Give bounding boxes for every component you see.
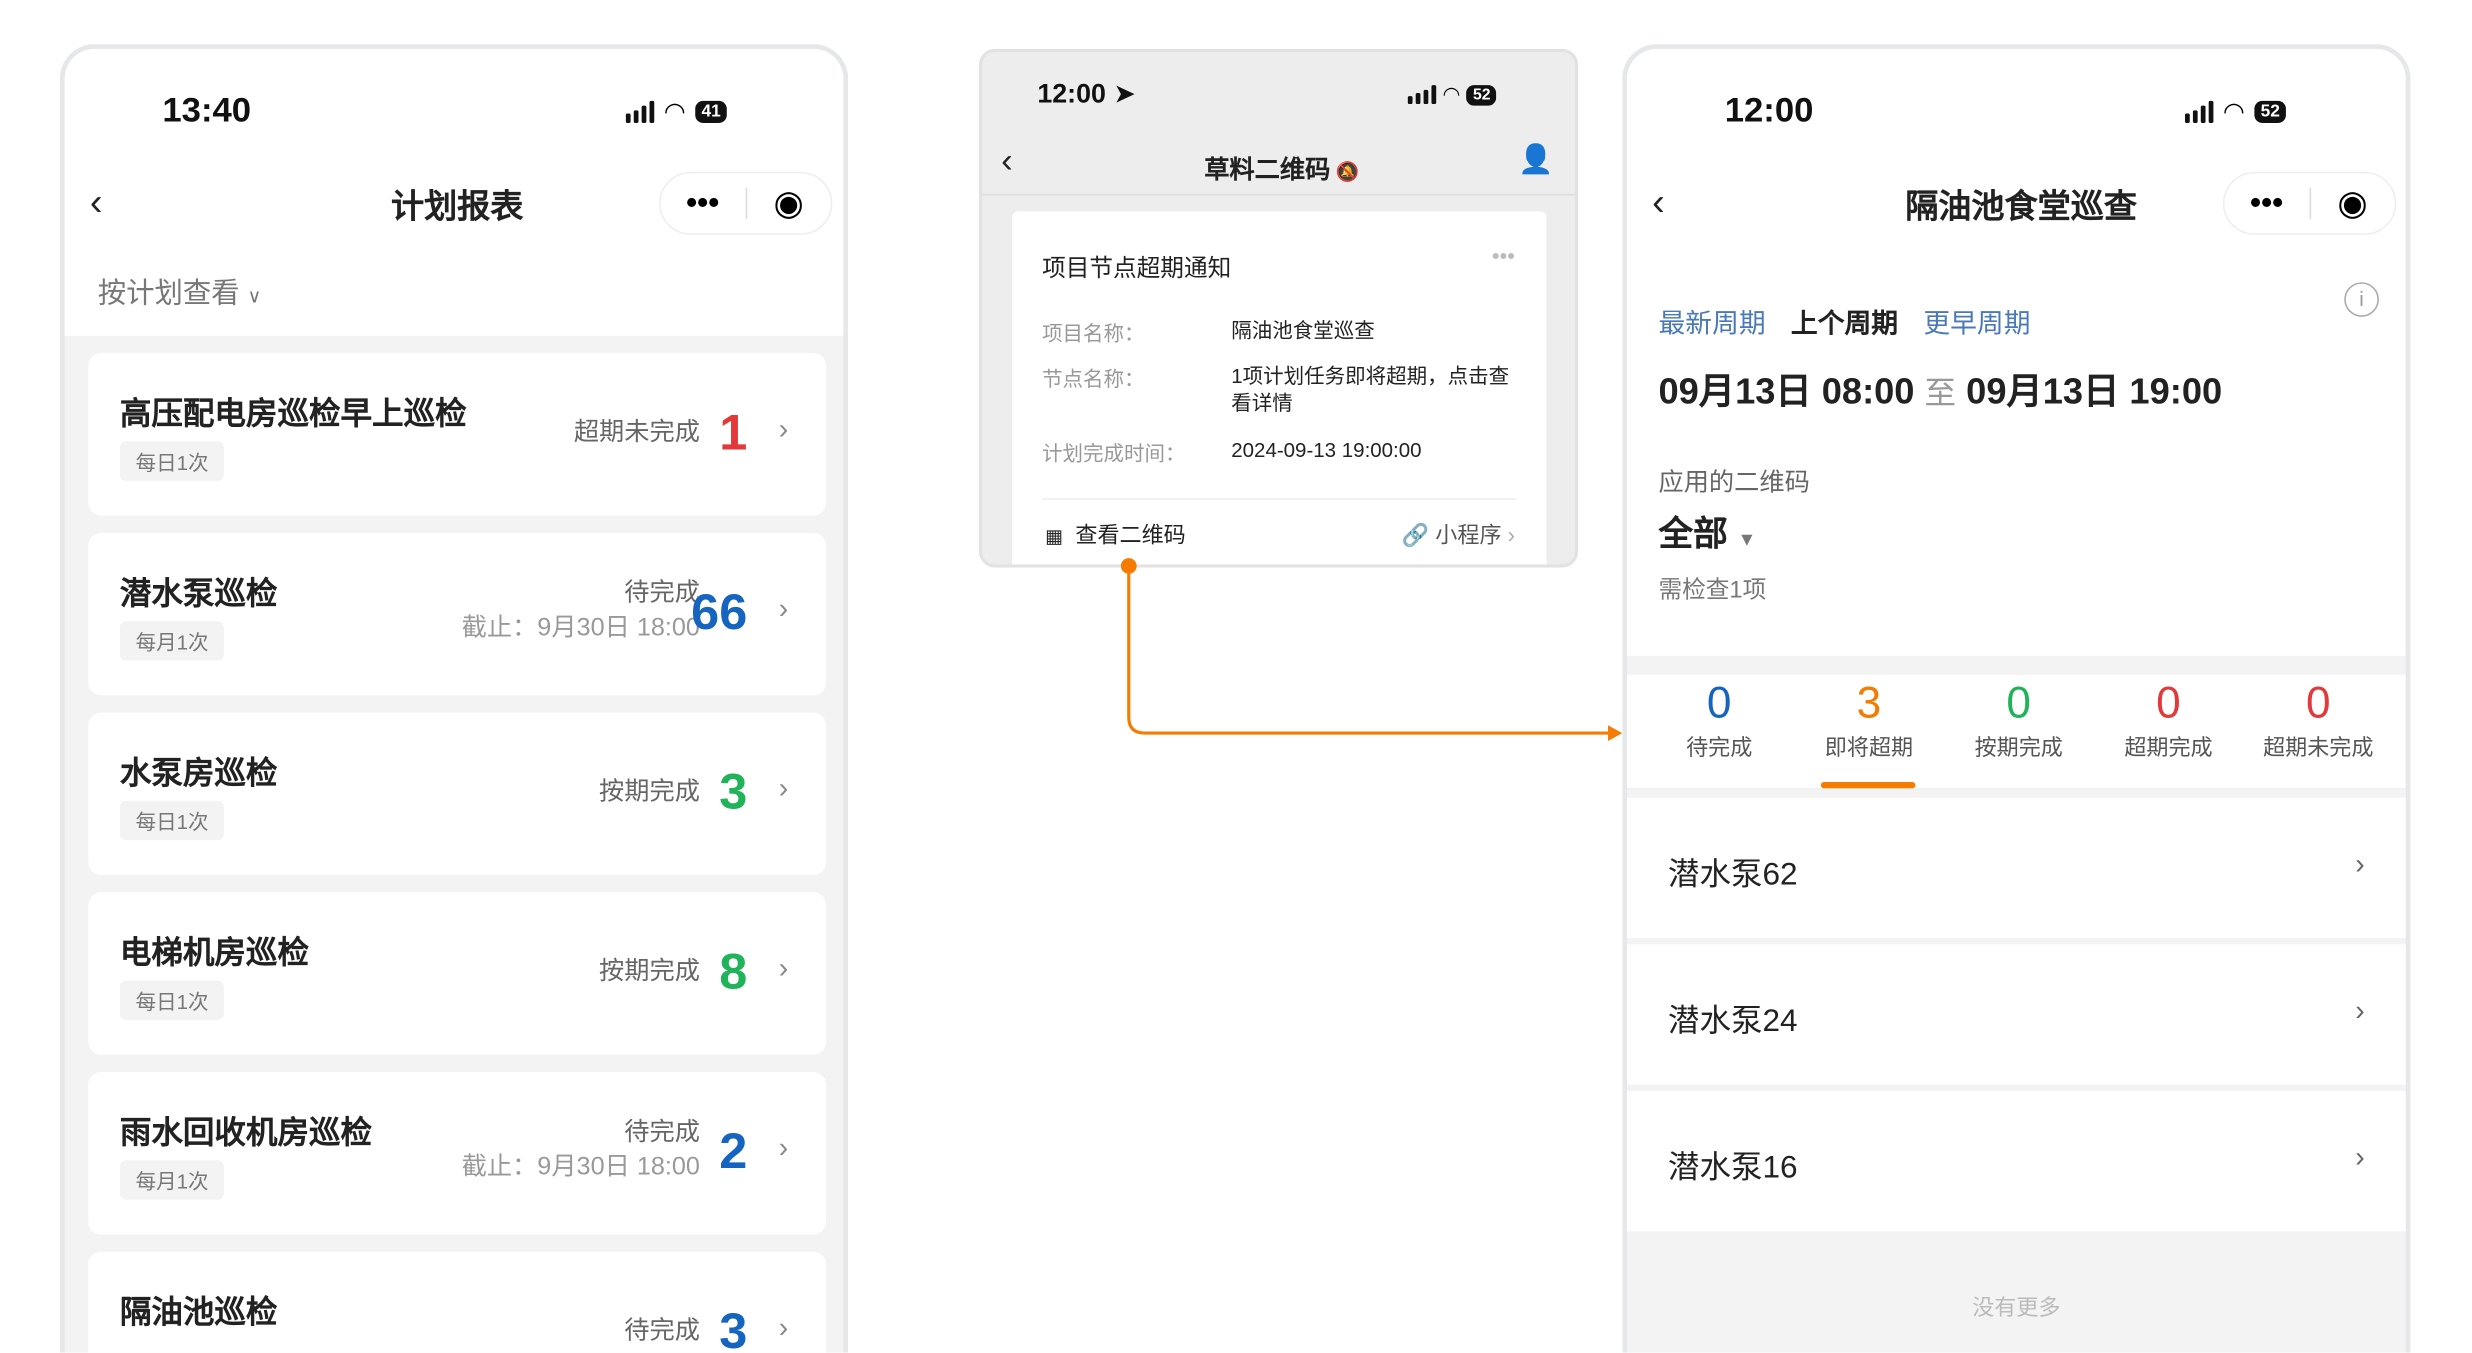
item-label: 潜水泵62 bbox=[1667, 857, 1798, 893]
right-phone: 12:00 ◠ 52 ‹ 隔油池食堂巡查 ••• ◉ 最新周期 上个周期 更早周期 … bbox=[1622, 44, 2411, 1353]
stat-tab[interactable]: 0 超期完成 bbox=[2094, 675, 2244, 763]
status-icons: ◠ 52 bbox=[2185, 96, 2287, 128]
active-indicator bbox=[1820, 781, 1916, 789]
chevron-right-icon: › bbox=[2355, 1141, 2365, 1173]
stat-value: 0 bbox=[2156, 677, 2181, 727]
close-target-icon[interactable]: ◉ bbox=[2310, 183, 2394, 224]
date-range: 09月13日 08:00 至 09月13日 19:00 bbox=[1658, 370, 2223, 412]
stat-label: 按期完成 bbox=[1974, 734, 2063, 760]
stat-value: 0 bbox=[2006, 677, 2031, 727]
more-icon[interactable]: ••• bbox=[2224, 185, 2308, 221]
stat-tab[interactable]: 0 超期未完成 bbox=[2243, 675, 2393, 763]
list-item[interactable]: 潜水泵62 › bbox=[1626, 797, 2406, 939]
wifi-icon: ◠ bbox=[2222, 99, 2245, 127]
item-label: 潜水泵24 bbox=[1667, 1004, 1798, 1039]
stat-tab[interactable]: 0 按期完成 bbox=[1944, 675, 2094, 763]
battery-icon: 52 bbox=[2254, 100, 2287, 123]
stat-value: 3 bbox=[1856, 677, 1882, 727]
stats-bar: 0 待完成 3 即将超期 0 按期完成 0 超期完成 0 超期未完成 bbox=[1626, 674, 2406, 790]
stat-value: 0 bbox=[1706, 677, 1732, 727]
period-tab[interactable]: 更早周期 bbox=[1923, 301, 2030, 340]
need-check: 需检查1项 bbox=[1658, 576, 1767, 604]
capsule-menu: ••• ◉ bbox=[2222, 171, 2397, 235]
info-icon[interactable]: i bbox=[2344, 282, 2379, 317]
caret-down-icon: ▼ bbox=[1737, 528, 1757, 551]
qr-select[interactable]: 全部 ▼ bbox=[1658, 506, 1756, 556]
stat-label: 即将超期 bbox=[1824, 734, 1914, 760]
chevron-right-icon: › bbox=[2355, 994, 2365, 1027]
status-time: 12:00 bbox=[1724, 89, 1814, 130]
connector-line bbox=[1127, 565, 1609, 735]
item-label: 潜水泵16 bbox=[1667, 1150, 1798, 1186]
stat-label: 超期完成 bbox=[2124, 734, 2213, 760]
stat-tab[interactable]: 0 待完成 bbox=[1644, 675, 1794, 763]
period-tab[interactable]: 最新周期 bbox=[1658, 301, 1765, 340]
connector-arrowhead bbox=[1608, 725, 1623, 741]
stat-label: 待完成 bbox=[1686, 734, 1753, 760]
stat-tab[interactable]: 3 即将超期 bbox=[1794, 675, 1944, 789]
list-item[interactable]: 潜水泵24 › bbox=[1626, 944, 2406, 1085]
stat-value: 0 bbox=[2305, 677, 2331, 727]
stat-label: 超期未完成 bbox=[2263, 734, 2374, 760]
period-tab[interactable]: 上个周期 bbox=[1791, 301, 1898, 340]
period-tabs: 最新周期 上个周期 更早周期 bbox=[1658, 301, 2030, 340]
list-item[interactable]: 潜水泵16 › bbox=[1626, 1090, 2406, 1232]
signal-icon bbox=[2185, 100, 2214, 123]
chevron-right-icon: › bbox=[2355, 848, 2365, 880]
qr-label: 应用的二维码 bbox=[1658, 469, 1810, 497]
no-more-text: 没有更多 bbox=[1972, 1294, 2061, 1320]
